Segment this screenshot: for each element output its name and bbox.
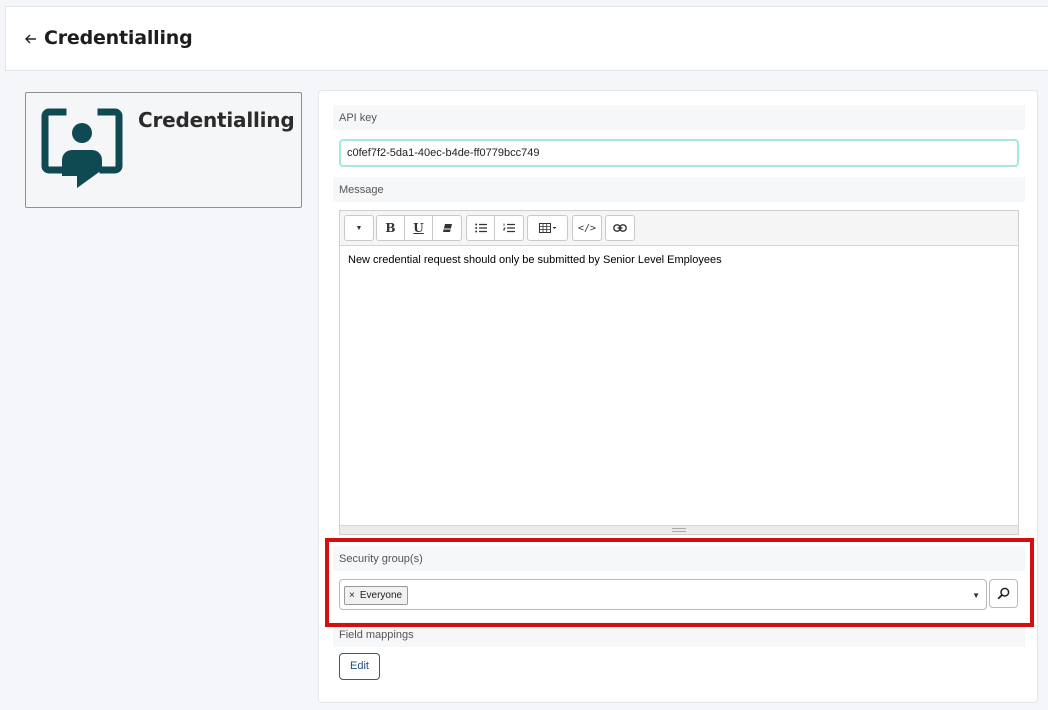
bold-icon: B bbox=[385, 221, 396, 235]
table-button[interactable] bbox=[528, 216, 567, 240]
caret-down-icon: ▼ bbox=[355, 224, 363, 232]
underline-button[interactable]: U bbox=[405, 216, 433, 240]
api-key-label: API key bbox=[333, 105, 1025, 130]
numbered-list-button[interactable] bbox=[495, 216, 523, 240]
link-icon bbox=[613, 224, 627, 232]
numbered-list-icon bbox=[503, 223, 515, 233]
editor-toolbar: ▼ B U </> bbox=[340, 211, 1018, 246]
edit-field-mappings-button[interactable]: Edit bbox=[339, 653, 380, 680]
app-name: Credentialling bbox=[138, 108, 295, 132]
editor-resize-handle[interactable] bbox=[340, 525, 1018, 534]
bullet-list-icon bbox=[474, 223, 487, 233]
bold-button[interactable]: B bbox=[377, 216, 405, 240]
api-key-input[interactable]: c0fef7f2-5da1-40ec-b4de-ff0779bcc749 bbox=[339, 139, 1019, 167]
underline-icon: U bbox=[413, 221, 424, 235]
code-icon: </> bbox=[577, 222, 597, 234]
arrow-left-icon[interactable] bbox=[24, 32, 38, 46]
table-icon bbox=[538, 223, 556, 233]
message-content[interactable]: New credential request should only be su… bbox=[348, 254, 722, 266]
link-button[interactable] bbox=[606, 216, 634, 240]
style-dropdown-button[interactable]: ▼ bbox=[345, 216, 373, 240]
grip-icon bbox=[672, 528, 686, 532]
highlight-annotation bbox=[325, 538, 1034, 627]
clear-format-button[interactable] bbox=[433, 216, 461, 240]
credentialling-logo-icon bbox=[41, 108, 123, 188]
code-view-button[interactable]: </> bbox=[573, 216, 601, 240]
app-card: Credentialling bbox=[25, 92, 302, 208]
message-label: Message bbox=[333, 177, 1025, 202]
eraser-icon bbox=[442, 223, 452, 232]
bullet-list-button[interactable] bbox=[467, 216, 495, 240]
page-header: Credentialling bbox=[5, 6, 1048, 71]
message-editor: ▼ B U </> New credential request should … bbox=[339, 210, 1019, 535]
page-title: Credentialling bbox=[44, 27, 193, 49]
